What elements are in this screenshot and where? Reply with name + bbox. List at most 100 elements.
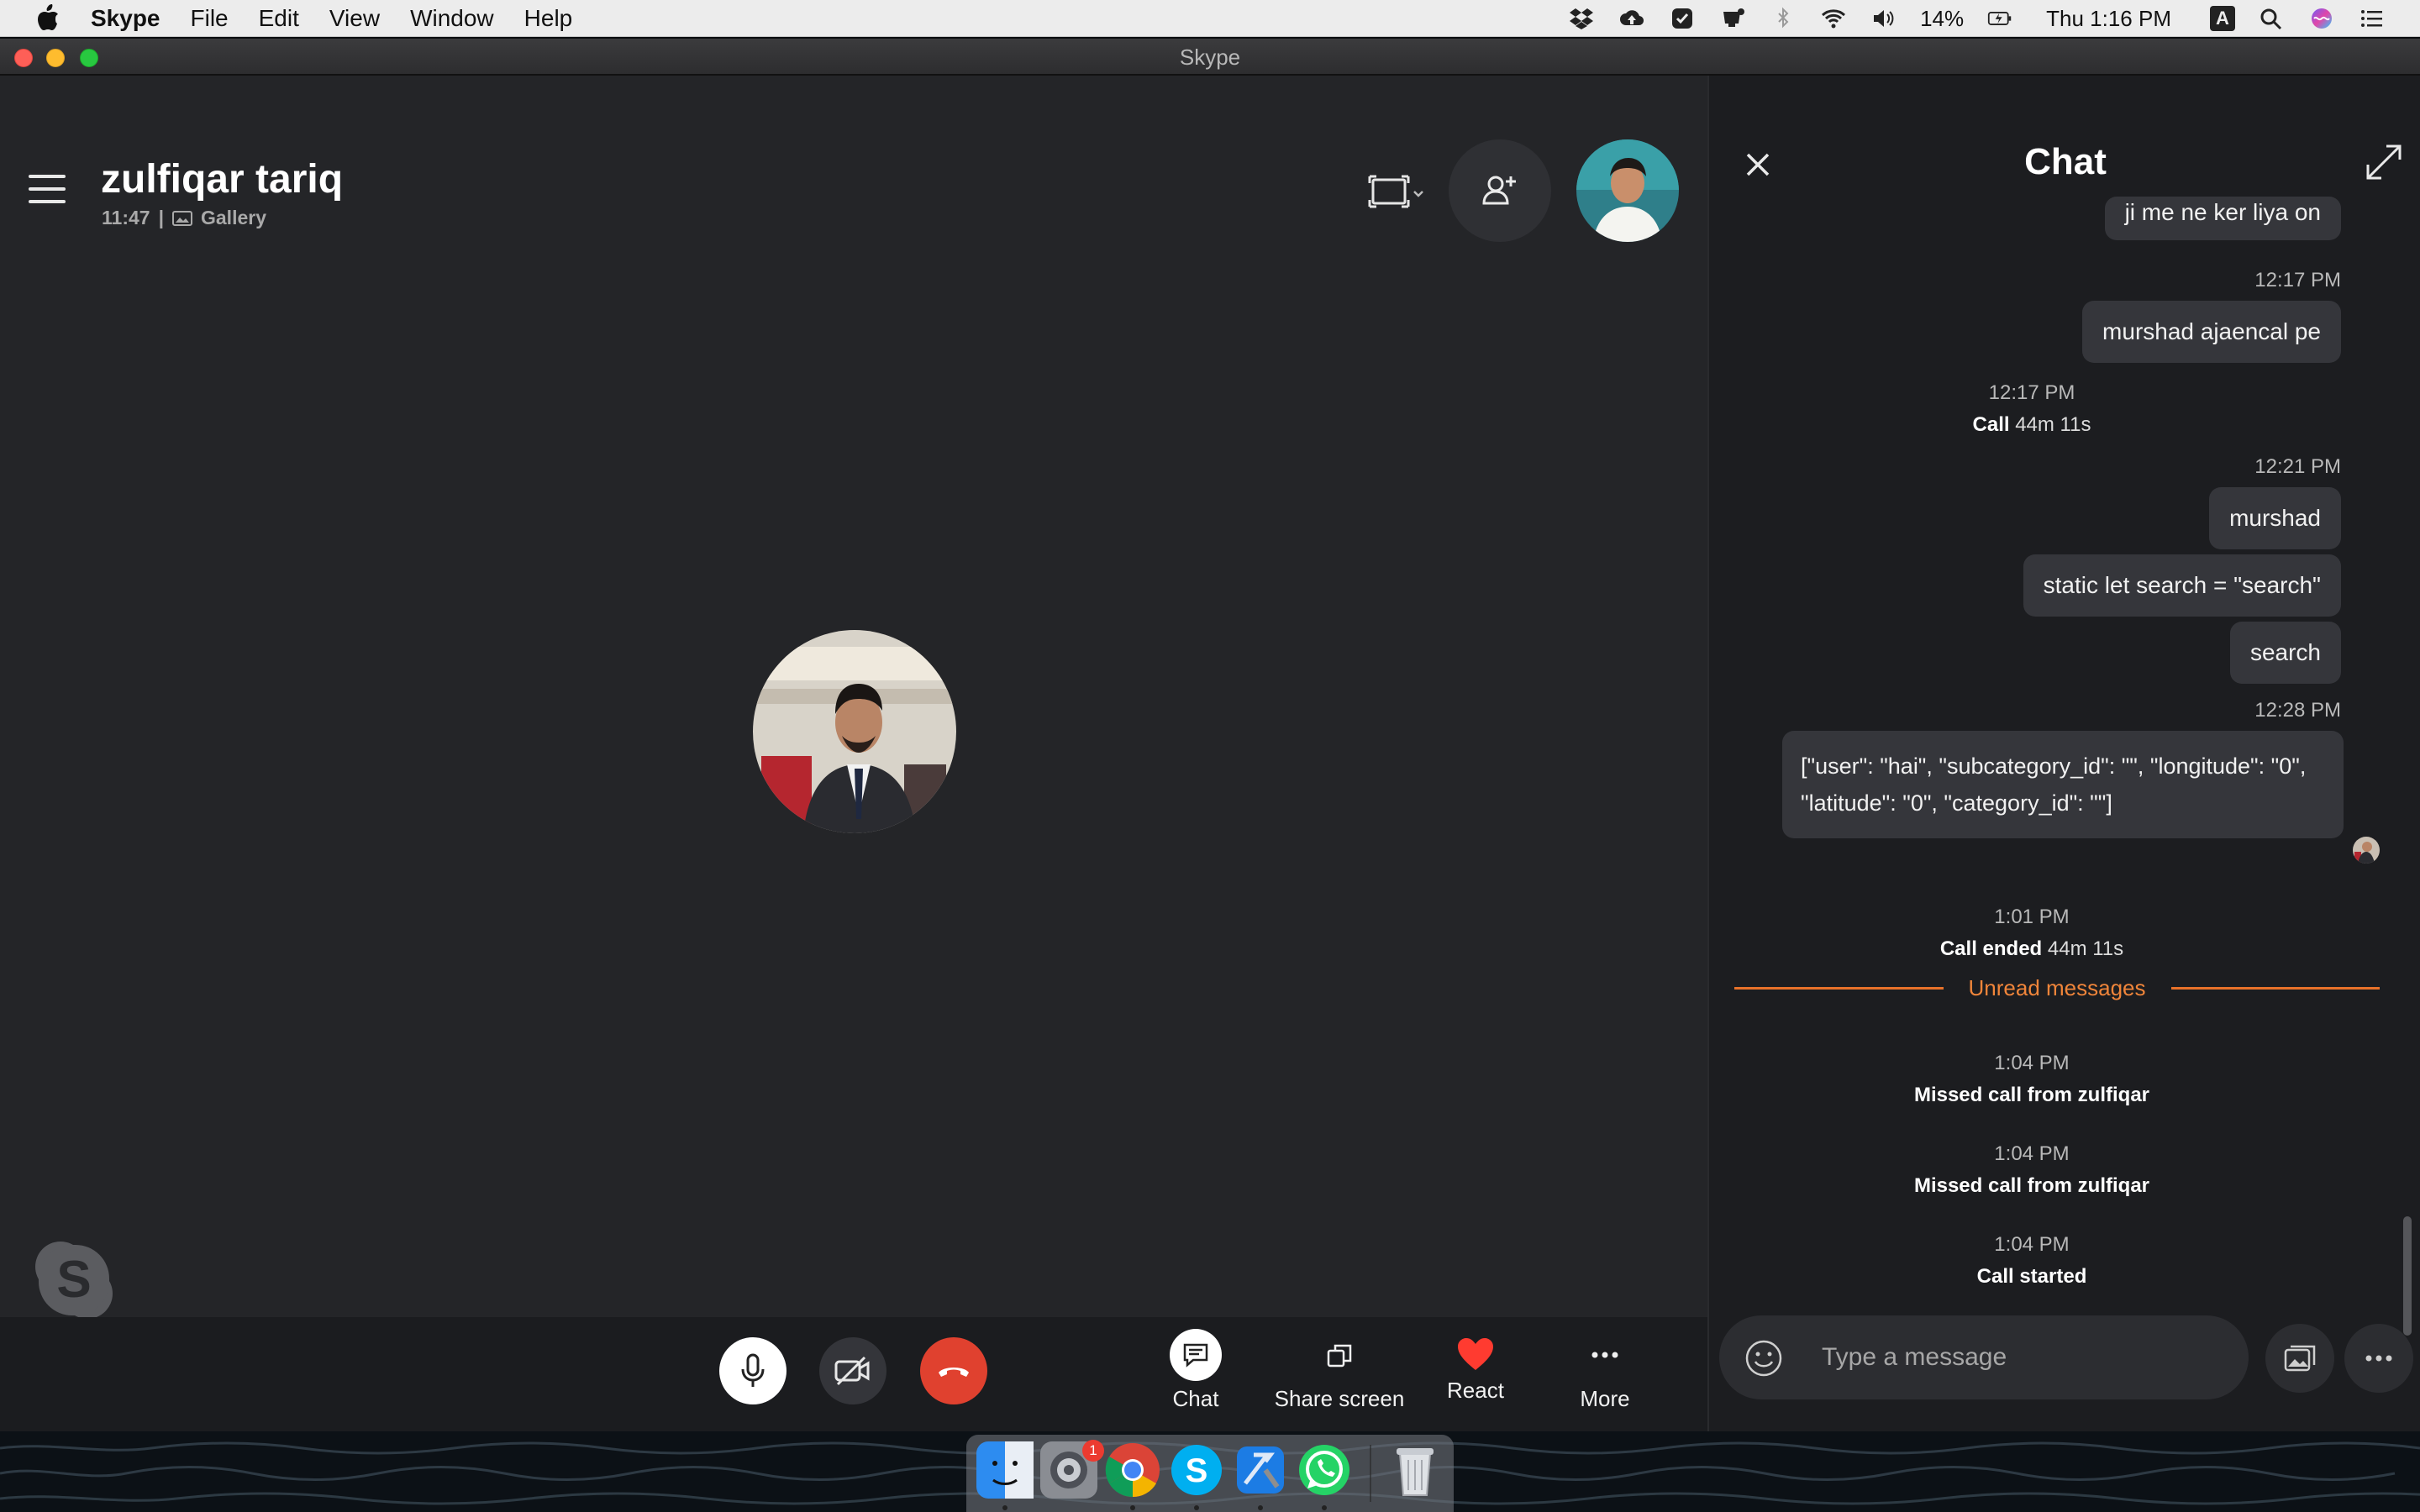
call-duration: 11:47 [102,207,150,228]
message-timestamp: 12:28 PM [2254,699,2341,722]
add-participant-button[interactable] [1449,139,1551,242]
input-source-indicator[interactable]: A [2210,6,2235,31]
window-title: Skype [1179,45,1241,70]
missed-call-text: Missed call from zulfiqar [1913,1084,2150,1106]
self-avatar-image [1576,139,1679,242]
menu-clock[interactable]: Thu 1:16 PM [2046,6,2171,32]
call-event-duration: 44m 11s [2015,413,2091,436]
event-timestamp: 1:04 PM [1994,1142,2070,1165]
menu-file[interactable]: File [191,0,229,37]
dock-notification-badge: 1 [1082,1440,1104,1462]
call-event-label: Call [1972,413,2010,436]
message-bubble[interactable]: ["user": "hai", "subcategory_id": "", "l… [1782,731,2344,838]
battery-charging-icon[interactable] [1986,6,2014,31]
composer-more-button[interactable] [2344,1324,2413,1393]
macos-menu-bar: Skype File Edit View Window Help 14% Thu… [0,0,2420,37]
bluetooth-icon[interactable] [1769,6,1797,31]
hang-up-icon [939,1368,969,1377]
chat-bubble-icon [1183,1343,1208,1368]
end-call-button[interactable] [920,1337,987,1404]
call-ended-event: Call ended 44m 11s [1709,937,2354,961]
event-timestamp: 1:04 PM [1994,1052,2070,1074]
missed-call-text: Missed call from zulfiqar [1913,1174,2150,1197]
call-contact-name: zulfiqar tariq [101,157,344,202]
menu-edit[interactable]: Edit [259,0,299,37]
react-label: React [1447,1378,1504,1403]
menu-window[interactable]: Window [410,0,494,37]
apple-logo-icon[interactable] [35,3,60,32]
svg-text:S: S [56,1251,91,1309]
call-meta: 11:47 | Gallery [102,207,266,229]
self-video-avatar[interactable] [1576,139,1679,242]
message-bubble[interactable]: murshad ajaencal pe [2082,301,2341,363]
call-controls-bar: Chat Share screen React More [0,1317,1707,1431]
camera-toggle-button[interactable] [819,1337,886,1404]
add-person-icon [1482,176,1516,205]
chat-control-label: Chat [1172,1386,1219,1411]
event-timestamp: 1:04 PM [1994,1233,2070,1256]
read-receipt-avatar [2353,837,2380,864]
microphone-button[interactable] [719,1337,786,1404]
dock-trash-icon[interactable] [1386,1441,1444,1499]
siri-icon[interactable] [2307,6,2336,31]
dock-xcode-icon[interactable] [1232,1441,1289,1499]
message-bubble[interactable]: static let search = "search" [2023,554,2341,617]
notification-display-icon[interactable] [1718,6,1747,31]
chat-toggle-button[interactable]: Chat [1165,1326,1227,1412]
menu-view[interactable]: View [329,0,380,37]
microphone-icon [741,1353,765,1387]
menu-help[interactable]: Help [524,0,573,37]
message-bubble[interactable]: search [2229,622,2341,684]
unread-divider: Unread messages [1734,971,2380,1005]
dock-whatsapp-icon[interactable] [1296,1441,1353,1499]
call-ended-label: Call ended [1939,937,2043,960]
chat-title: Chat [2024,141,2107,182]
gallery-icon [172,210,192,226]
hamburger-menu-icon[interactable] [29,175,66,203]
emoji-icon[interactable] [1744,1339,1783,1378]
call-ended-duration: 44m 11s [2047,937,2124,960]
chat-scrollbar[interactable] [2403,1216,2412,1336]
message-bubble[interactable]: ji me ne ker liya on [2104,197,2341,240]
camera-off-icon [834,1356,870,1386]
media-attach-button[interactable] [2265,1324,2334,1393]
view-mode-label[interactable]: Gallery [201,207,266,229]
heart-icon [1458,1338,1493,1370]
dock-finder-icon[interactable] [976,1441,1034,1499]
dock-skype-icon[interactable]: S [1168,1441,1225,1499]
menu-app-name[interactable]: Skype [91,0,160,37]
share-screen-button[interactable]: Share screen [1270,1326,1408,1412]
remote-avatar-image [753,630,956,833]
share-screen-label: Share screen [1274,1386,1405,1411]
message-composer[interactable]: Type a message [1719,1315,2249,1399]
window-titlebar[interactable]: Skype [0,39,2420,76]
remote-participant-avatar [753,630,956,833]
dropbox-icon[interactable] [1567,6,1596,31]
expand-chat-icon[interactable] [2365,143,2403,181]
wifi-icon[interactable] [1819,6,1848,31]
skype-window: Skype zulfiqar tariq 11:47 | Gallery S C… [0,39,2420,1431]
dock-chrome-icon[interactable] [1104,1441,1161,1499]
message-bubble[interactable]: murshad [2209,487,2341,549]
cloud-upload-icon[interactable] [1618,6,1646,31]
checkmark-shield-icon[interactable] [1668,6,1697,31]
message-timestamp: 12:21 PM [2254,455,2341,478]
call-stage: zulfiqar tariq 11:47 | Gallery S Chat Sh… [0,76,1707,1431]
switch-view-icon[interactable] [1368,171,1427,213]
chat-panel: Chat ji me ne ker liya on 12:17 PM mursh… [1707,76,2420,1431]
unread-label: Unread messages [1968,974,2146,1000]
spotlight-search-icon[interactable] [2257,6,2286,31]
call-event: Call 44m 11s [1709,413,2354,437]
call-started-text: Call started [1976,1265,2087,1288]
macos-dock: 1 S [966,1435,1454,1512]
call-started-event: Call started [1709,1265,2354,1289]
missed-call-event: Missed call from zulfiqar [1709,1174,2354,1198]
more-options-button[interactable]: More [1571,1326,1639,1412]
react-button[interactable]: React [1442,1326,1509,1404]
battery-percentage[interactable]: 14% [1920,6,1964,32]
more-dots-icon [1591,1352,1618,1358]
message-input-placeholder[interactable]: Type a message [1822,1315,2007,1399]
event-timestamp: 1:01 PM [1994,906,2070,928]
notification-center-icon[interactable] [2358,6,2386,31]
volume-icon[interactable] [1870,6,1898,31]
